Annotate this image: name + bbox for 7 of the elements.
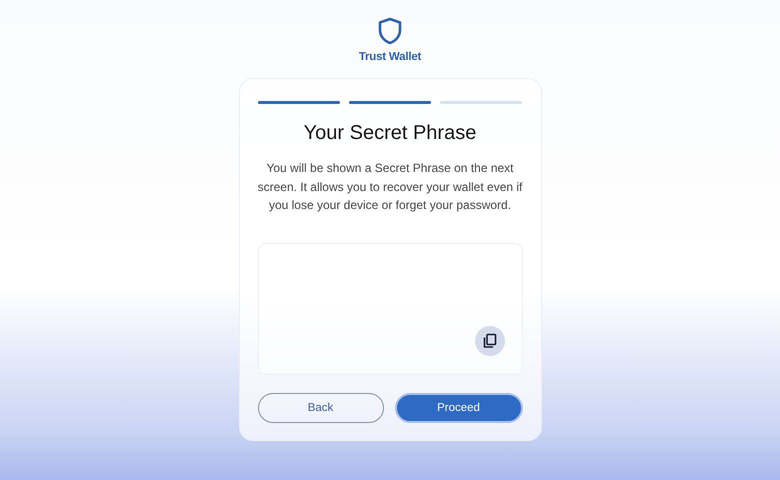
back-button[interactable]: Back (258, 392, 384, 422)
shield-logo-icon (377, 17, 403, 45)
description: You will be shown a Secret Phrase on the next screen. It allows you to recover your wallet even if you lose your device or forget your password. (258, 160, 522, 214)
copy-icon[interactable] (474, 326, 504, 356)
brand-name: Trust Wallet (358, 51, 422, 63)
proceed-button[interactable]: Proceed (394, 392, 522, 422)
page-title: Your Secret Phrase (304, 122, 476, 145)
